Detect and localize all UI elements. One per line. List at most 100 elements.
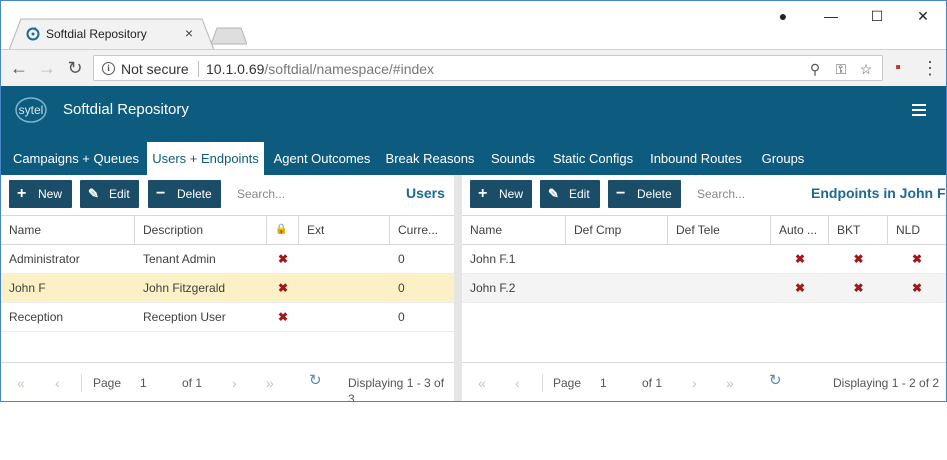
security-label[interactable]: Not secure <box>121 61 189 77</box>
users-search-input[interactable]: Search... <box>237 180 357 208</box>
last-page-icon[interactable]: » <box>726 375 734 391</box>
pager-separator <box>81 374 82 392</box>
page-of-label: of 1 <box>182 376 203 390</box>
col-lock[interactable]: 🔒 <box>267 216 299 244</box>
back-button[interactable]: ← <box>8 57 30 79</box>
col-name[interactable]: Name <box>1 216 135 244</box>
last-page-icon[interactable]: » <box>266 375 274 391</box>
endpoints-new-label: New <box>499 187 524 201</box>
hamburger-menu-icon[interactable] <box>912 104 926 118</box>
col-nld[interactable]: NLD <box>888 216 946 244</box>
page-of-label: of 1 <box>642 376 663 390</box>
tab-inbound-routes[interactable]: Inbound Routes <box>644 142 748 175</box>
minus-icon: − <box>616 185 626 202</box>
col-current[interactable]: Curre... <box>390 216 454 244</box>
users-panel: + New ✎ Edit − Delete Search... Users Na… <box>1 175 454 401</box>
first-page-icon[interactable]: « <box>17 375 25 391</box>
minimize-button[interactable]: — <box>821 6 841 26</box>
pdf-extension-icon[interactable]: ▪ <box>887 57 909 79</box>
endpoint-def-tele <box>668 245 771 273</box>
endpoints-delete-button[interactable]: − Delete <box>608 180 681 208</box>
prev-page-icon[interactable]: ‹ <box>55 375 60 391</box>
x-mark-icon: ✖ <box>911 281 923 295</box>
col-name[interactable]: Name <box>462 216 566 244</box>
col-ext[interactable]: Ext <box>299 216 390 244</box>
user-ext <box>299 245 390 273</box>
table-row[interactable]: John F.2 ✖ ✖ ✖ <box>462 274 946 303</box>
tab-groups[interactable]: Groups <box>752 142 814 175</box>
user-name: Reception <box>9 310 64 324</box>
tab-agent-outcomes[interactable]: Agent Outcomes <box>268 142 376 175</box>
endpoint-name: John F.1 <box>470 252 516 266</box>
x-mark-icon: ✖ <box>794 252 806 266</box>
browser-toolbar: ← → ↻ i Not secure 10.1.0.69/softdial/na… <box>1 49 946 86</box>
profile-icon[interactable]: ● <box>773 6 793 26</box>
user-current: 0 <box>398 310 405 324</box>
endpoint-def-tele <box>668 274 771 302</box>
window-close-button[interactable]: ✕ <box>913 6 933 26</box>
refresh-icon[interactable]: ↻ <box>309 373 322 389</box>
col-description[interactable]: Description <box>135 216 267 244</box>
tab-campaigns-queues[interactable]: Campaigns + Queues <box>9 142 143 175</box>
users-toolbar: + New ✎ Edit − Delete Search... Users <box>1 175 454 213</box>
plus-icon: + <box>478 185 488 202</box>
browser-menu-icon[interactable]: ⋮ <box>919 57 941 79</box>
users-panel-title: Users <box>406 185 445 201</box>
refresh-icon[interactable]: ↻ <box>769 373 782 389</box>
url-text[interactable]: 10.1.0.69/softdial/namespace/#index <box>206 61 434 77</box>
zoom-icon[interactable]: ⚲ <box>806 60 824 78</box>
endpoints-delete-label: Delete <box>637 187 672 201</box>
tab-break-reasons[interactable]: Break Reasons <box>380 142 480 175</box>
first-page-icon[interactable]: « <box>478 375 486 391</box>
users-delete-button[interactable]: − Delete <box>148 180 221 208</box>
tab-close-icon[interactable]: × <box>182 25 196 41</box>
x-mark-icon: ✖ <box>277 281 289 295</box>
tab-static-configs[interactable]: Static Configs <box>546 142 640 175</box>
table-row[interactable]: John F.1 ✖ ✖ ✖ <box>462 245 946 274</box>
forward-button[interactable]: → <box>36 57 58 79</box>
address-bar[interactable]: i Not secure 10.1.0.69/softdial/namespac… <box>93 55 883 81</box>
new-tab-button[interactable] <box>211 27 247 45</box>
maximize-button[interactable]: ☐ <box>867 6 887 26</box>
endpoints-new-button[interactable]: + New <box>470 180 532 208</box>
key-icon[interactable]: ⚿ <box>832 60 850 78</box>
users-new-label: New <box>38 187 63 201</box>
bookmark-star-icon[interactable]: ☆ <box>857 60 875 78</box>
next-page-icon[interactable]: › <box>232 375 237 391</box>
endpoints-edit-button[interactable]: ✎ Edit <box>540 180 600 208</box>
endpoints-panel: + New ✎ Edit − Delete Search... Endpoint… <box>462 175 946 401</box>
page-number-input[interactable]: 1 <box>140 375 147 391</box>
x-mark-icon: ✖ <box>277 310 289 324</box>
users-new-button[interactable]: + New <box>9 180 72 208</box>
pencil-icon: ✎ <box>88 186 99 201</box>
tab-sounds[interactable]: Sounds <box>484 142 542 175</box>
info-icon[interactable]: i <box>102 62 115 75</box>
user-description: Tenant Admin <box>143 252 216 266</box>
users-edit-button[interactable]: ✎ Edit <box>80 180 139 208</box>
next-page-icon[interactable]: › <box>692 375 697 391</box>
x-mark-icon: ✖ <box>794 281 806 295</box>
prev-page-icon[interactable]: ‹ <box>515 375 520 391</box>
col-bkt[interactable]: BKT <box>829 216 888 244</box>
table-row[interactable]: Administrator Tenant Admin ✖ 0 <box>1 245 454 274</box>
x-mark-icon: ✖ <box>911 252 923 266</box>
main-nav: Campaigns + Queues Users + Endpoints Age… <box>1 142 946 175</box>
app-title: Softdial Repository <box>63 101 189 118</box>
user-ext <box>299 274 390 302</box>
page-number-input[interactable]: 1 <box>600 375 607 391</box>
browser-tab-title: Softdial Repository <box>46 27 147 41</box>
app-header: sytel Softdial Repository <box>1 86 946 142</box>
col-def-tele[interactable]: Def Tele <box>668 216 771 244</box>
table-row[interactable]: Reception Reception User ✖ 0 <box>1 303 454 332</box>
tab-users-endpoints[interactable]: Users + Endpoints <box>147 142 264 175</box>
reload-button[interactable]: ↻ <box>64 57 86 79</box>
endpoints-search-input[interactable]: Search... <box>697 180 797 208</box>
col-auto[interactable]: Auto ... <box>771 216 829 244</box>
user-description: John Fitzgerald <box>143 281 226 295</box>
panel-splitter[interactable] <box>454 175 462 401</box>
url-path: /softdial/namespace/#index <box>264 61 435 77</box>
table-row-selected[interactable]: John F John Fitzgerald ✖ 0 <box>1 274 454 303</box>
page-label: Page <box>553 376 582 390</box>
endpoint-name: John F.2 <box>470 281 516 295</box>
col-def-cmp[interactable]: Def Cmp <box>566 216 668 244</box>
